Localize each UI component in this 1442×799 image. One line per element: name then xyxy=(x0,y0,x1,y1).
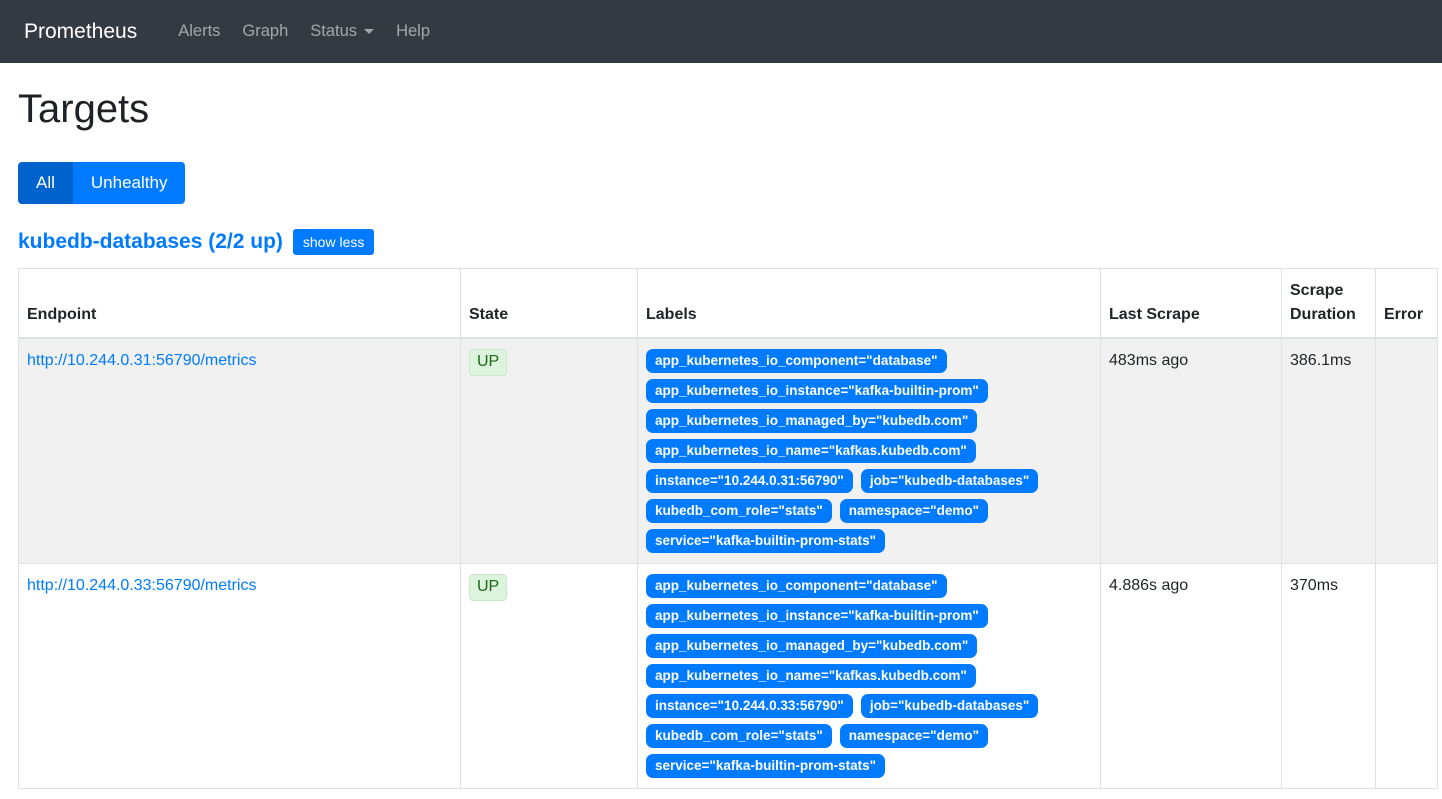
table-row: http://10.244.0.31:56790/metrics UP app_… xyxy=(19,338,1438,564)
label-badge: app_kubernetes_io_instance="kafka-builti… xyxy=(646,604,988,628)
scrape-pool-title-link[interactable]: kubedb-databases (2/2 up) xyxy=(18,230,283,254)
label-badge: instance="10.244.0.31:56790" xyxy=(646,469,853,493)
label-badge: job="kubedb-databases" xyxy=(861,469,1038,493)
label-badge: service="kafka-builtin-prom-stats" xyxy=(646,529,885,553)
page-title: Targets xyxy=(18,87,1438,132)
label-badge: kubedb_com_role="stats" xyxy=(646,499,832,523)
nav-status-dropdown[interactable]: Status xyxy=(299,14,385,49)
label-badge: service="kafka-builtin-prom-stats" xyxy=(646,754,885,778)
label-badge: app_kubernetes_io_managed_by="kubedb.com… xyxy=(646,409,977,433)
table-header: Endpoint State Labels Last Scrape Scrape… xyxy=(19,269,1438,339)
label-badge: app_kubernetes_io_component="database" xyxy=(646,574,947,598)
label-badge: app_kubernetes_io_managed_by="kubedb.com… xyxy=(646,634,977,658)
last-scrape-value: 4.886s ago xyxy=(1101,564,1282,789)
targets-table: Endpoint State Labels Last Scrape Scrape… xyxy=(18,268,1438,789)
health-filter-group: AllUnhealthy xyxy=(18,162,1438,204)
label-badge: namespace="demo" xyxy=(840,724,988,748)
label-badge: app_kubernetes_io_instance="kafka-builti… xyxy=(646,379,988,403)
header-endpoint: Endpoint xyxy=(19,269,461,339)
nav-status-label: Status xyxy=(310,22,357,41)
label-badge: instance="10.244.0.33:56790" xyxy=(646,694,853,718)
scrape-pool-header: kubedb-databases (2/2 up) show less xyxy=(18,229,1438,255)
filter-unhealthy-button[interactable]: Unhealthy xyxy=(73,162,186,204)
state-up-badge: UP xyxy=(469,574,507,601)
scrape-duration-value: 386.1ms xyxy=(1282,338,1376,564)
header-last-scrape: Last Scrape xyxy=(1101,269,1282,339)
header-labels: Labels xyxy=(638,269,1101,339)
label-badge: job="kubedb-databases" xyxy=(861,694,1038,718)
last-scrape-value: 483ms ago xyxy=(1101,338,1282,564)
endpoint-link[interactable]: http://10.244.0.33:56790/metrics xyxy=(27,577,256,594)
show-less-button[interactable]: show less xyxy=(293,229,374,255)
navbar: Prometheus Alerts Graph Status Help xyxy=(0,0,1442,63)
brand-prometheus[interactable]: Prometheus xyxy=(24,20,137,44)
label-badge: app_kubernetes_io_component="database" xyxy=(646,349,947,373)
table-row: http://10.244.0.33:56790/metrics UP app_… xyxy=(19,564,1438,789)
error-value xyxy=(1376,564,1438,789)
label-badge: app_kubernetes_io_name="kafkas.kubedb.co… xyxy=(646,439,976,463)
endpoint-link[interactable]: http://10.244.0.31:56790/metrics xyxy=(27,352,256,369)
header-scrape-duration: Scrape Duration xyxy=(1282,269,1376,339)
header-error: Error xyxy=(1376,269,1438,339)
header-state: State xyxy=(461,269,638,339)
nav-help[interactable]: Help xyxy=(385,14,441,49)
nav-alerts[interactable]: Alerts xyxy=(167,14,231,49)
scrape-duration-value: 370ms xyxy=(1282,564,1376,789)
chevron-down-icon xyxy=(364,29,374,34)
label-badge: namespace="demo" xyxy=(840,499,988,523)
error-value xyxy=(1376,338,1438,564)
targets-page: Targets AllUnhealthy kubedb-databases (2… xyxy=(0,87,1442,789)
state-up-badge: UP xyxy=(469,349,507,376)
label-badge: app_kubernetes_io_name="kafkas.kubedb.co… xyxy=(646,664,976,688)
filter-all-button[interactable]: All xyxy=(18,162,73,204)
nav-graph[interactable]: Graph xyxy=(231,14,299,49)
label-badge: kubedb_com_role="stats" xyxy=(646,724,832,748)
